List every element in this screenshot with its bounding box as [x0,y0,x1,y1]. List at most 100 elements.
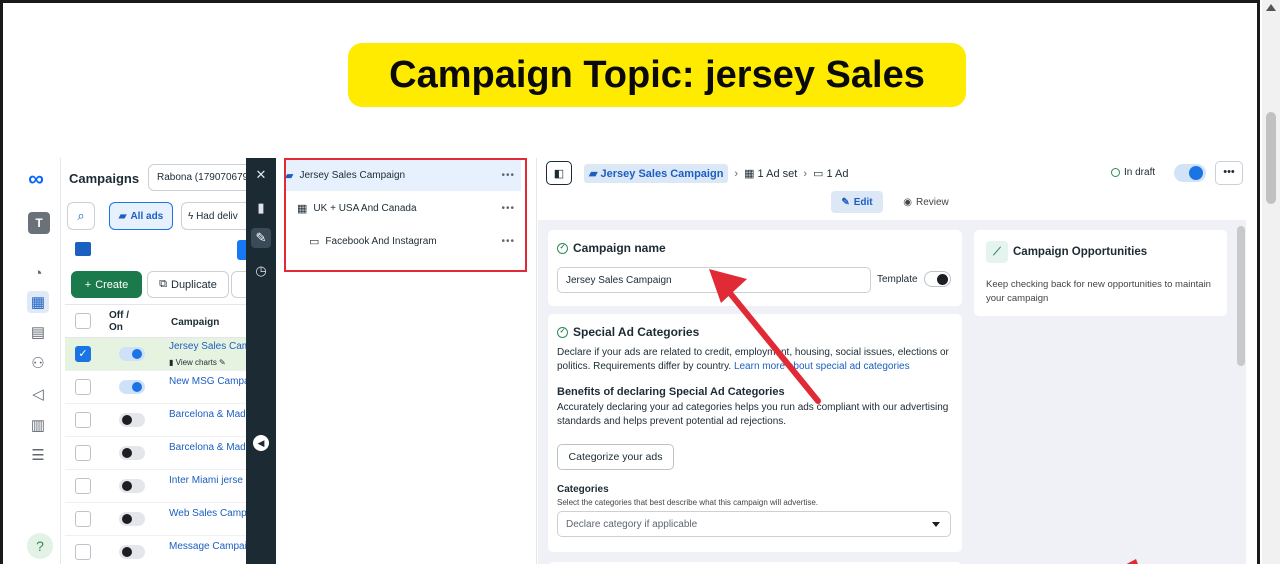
more-actions-button[interactable] [231,271,247,298]
table-row[interactable]: Web Sales Camp [65,503,247,536]
row-checkbox[interactable] [75,511,91,527]
row-toggle[interactable] [119,446,145,460]
account-selector[interactable]: Rabona (179070679 [148,164,247,191]
copy-icon: ⧉ [159,278,167,290]
breadcrumb-adset[interactable]: ▦ 1 Ad set [744,167,797,180]
review-button[interactable]: ◉ Review [896,191,956,213]
edit-button[interactable]: ✎ Edit [831,191,883,213]
caret-down-icon [932,522,940,527]
campaigns-title: Campaigns [69,171,140,186]
row-checkbox[interactable]: ✓ [75,346,91,362]
table-row[interactable]: Inter Miami jerse [65,470,247,503]
chart-icon[interactable]: ▮ [251,198,271,218]
benefits-description: Accurately declaring your ad categories … [557,402,949,427]
lightning-icon: ϟ [188,211,197,222]
categories-select[interactable]: Declare category if applicable [557,511,951,537]
breadcrumb-campaign[interactable]: ▰ Jersey Sales Campaign [584,164,729,183]
pencil-icon[interactable]: ✎ [251,228,271,248]
row-checkbox[interactable] [75,412,91,428]
editor-sidebar: ✕ ▮ ✎ ◷ ◀ [246,158,276,564]
dashboard-gauge-icon[interactable]: ◔ [27,262,49,284]
scroll-thumb[interactable] [1266,112,1276,204]
template-toggle[interactable] [924,271,951,287]
account-avatar[interactable]: T [28,212,50,234]
review-label: Review [915,196,949,208]
meta-logo-icon[interactable]: ∞ [25,166,47,191]
categorize-ads-button[interactable]: Categorize your ads [557,444,674,470]
more-button[interactable]: ••• [1215,161,1243,185]
edit-label: Edit [853,196,873,208]
had-delivery-label: Had deliv [196,211,238,222]
categories-label: Categories [557,484,609,495]
history-icon[interactable]: ◷ [251,261,271,281]
select-all-checkbox[interactable] [75,313,91,329]
row-checkbox[interactable] [75,478,91,494]
table-row[interactable]: Barcelona & Mad [65,404,247,437]
status-label: In draft [1124,167,1156,178]
had-delivery-filter[interactable]: ϟ Had deliv [181,202,247,230]
close-icon[interactable]: ✕ [251,165,271,185]
create-label: Create [95,278,129,291]
window-scrollbar[interactable] [1262,0,1280,564]
row-checkbox[interactable] [75,379,91,395]
categories-placeholder: Declare category if applicable [566,519,698,530]
collapse-icon[interactable]: ◀ [253,435,269,451]
editor-header: ◧ ▰ Jersey Sales Campaign › ▦ 1 Ad set ›… [538,158,1249,218]
megaphone-icon[interactable]: ◁ [27,383,49,405]
row-toggle[interactable] [119,347,145,361]
toggle-panel-icon[interactable]: ◧ [546,161,572,185]
row-toggle[interactable] [119,512,145,526]
row-checkbox[interactable] [75,544,91,560]
table-row[interactable]: Message Campai [65,536,247,564]
campaign-name-link[interactable]: Message Campai [169,541,247,552]
pages-icon[interactable]: ▤ [27,321,49,343]
row-toggle[interactable] [119,479,145,493]
editor-body: ✓ Campaign name Jersey Sales Campaign Tem… [538,220,1246,564]
campaign-name-link[interactable]: Inter Miami jerse [169,475,243,486]
menu-icon[interactable]: ☰ [27,444,49,466]
all-ads-label: All ads [130,210,164,222]
table-row[interactable]: Barcelona & Mad [65,437,247,470]
campaigns-table-icon[interactable]: ▦ [27,291,49,313]
row-checkbox[interactable] [75,445,91,461]
campaign-name-link[interactable]: Jersey Sales Camp [169,341,247,352]
breadcrumb-ad[interactable]: ▭ 1 Ad [813,167,848,180]
banner-title: Campaign Topic: jersey Sales [389,53,925,96]
campaign-name-input[interactable]: Jersey Sales Campaign [557,267,871,293]
sac-description: Declare if your ads are related to credi… [557,346,953,374]
row-toggle[interactable] [119,380,145,394]
row-toggle[interactable] [119,413,145,427]
scroll-up-icon[interactable] [1266,4,1276,11]
sac-learn-more-link[interactable]: Learn more about special ad categories [734,361,910,372]
campaign-name-link[interactable]: New MSG Campa [169,376,247,387]
screenshot-frame: Campaign Topic: jersey Sales ∞ T ◔ ▦ ▤ ⚇… [0,0,1260,564]
col-campaign[interactable]: Campaign [171,317,219,328]
view-charts-link[interactable]: ▮ View charts ✎ [169,358,226,367]
table-row[interactable]: New MSG Campa [65,371,247,404]
pencil-icon: ✎ [841,196,850,208]
search-icon[interactable]: ⌕ [67,202,95,230]
all-ads-filter[interactable]: ▰ All ads [109,202,173,230]
table-row[interactable]: ✓ Jersey Sales Camp ▮ View charts ✎ [65,338,247,371]
duplicate-button[interactable]: ⧉ Duplicate [147,271,229,298]
campaign-name-link[interactable]: Barcelona & Mad [169,442,246,453]
editor-scrollbar[interactable] [1237,226,1245,366]
audiences-icon[interactable]: ⚇ [27,352,49,374]
pencil-icon[interactable]: ✎ [217,358,226,367]
left-nav: ∞ T ◔ ▦ ▤ ⚇ ◁ ▥ ☰ ? [15,158,61,564]
chevron-right-icon: › [803,167,807,180]
campaign-name-link[interactable]: Web Sales Camp [169,508,247,519]
draft-status-icon [1111,168,1120,177]
status-badge: In draft [1111,167,1155,178]
highlight-box [284,158,527,272]
billing-icon[interactable]: ▥ [27,414,49,436]
view-charts-label: View charts [175,358,217,367]
help-icon[interactable]: ? [27,533,53,559]
row-toggle[interactable] [119,545,145,559]
folder-icon: ▰ [118,210,127,222]
breadcrumb: ▰ Jersey Sales Campaign › ▦ 1 Ad set › ▭… [584,164,848,183]
campaign-name-link[interactable]: Barcelona & Mad [169,409,246,420]
create-button[interactable]: + Create [71,271,142,298]
table-header: Off / On Campaign [65,304,247,338]
campaign-toggle[interactable] [1174,164,1206,182]
